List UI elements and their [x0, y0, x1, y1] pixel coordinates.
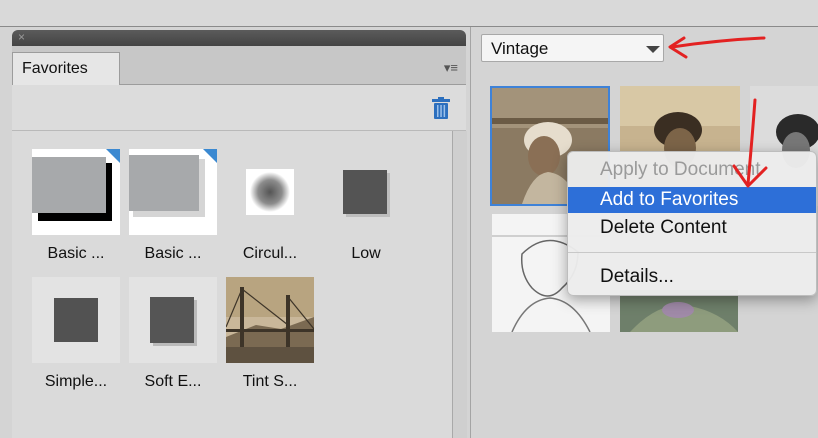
favorite-item-label: Soft E...: [144, 373, 202, 390]
vintage-photo-image: [620, 290, 738, 332]
drop-shadow-preset-icon: [32, 149, 120, 235]
favorites-grid: Basic ... Basic ... Circul... Low Simple…: [12, 131, 452, 438]
favorite-item-label: Basic ...: [47, 245, 105, 262]
panel-menu-icon[interactable]: ▾≡: [444, 60, 458, 76]
low-shadow-square-icon: [343, 170, 390, 217]
tab-favorites[interactable]: Favorites: [12, 52, 120, 85]
panel-toolbar: [12, 85, 466, 131]
favorite-item-label: Circul...: [242, 245, 298, 262]
menu-item-details[interactable]: Details...: [568, 264, 816, 290]
chevron-down-icon: [646, 46, 660, 53]
menu-separator: [568, 252, 816, 253]
soft-edge-square-icon: [129, 277, 217, 363]
favorites-panel: × Favorites ▾≡ Basic ... Basic ... Circu…: [12, 30, 467, 438]
menu-item-add-to-favorites[interactable]: Add to Favorites: [568, 187, 816, 213]
menu-item-delete-content[interactable]: Delete Content: [568, 215, 816, 241]
category-dropdown-value: Vintage: [491, 39, 549, 58]
trash-icon[interactable]: [432, 97, 450, 119]
context-menu: Apply to Document Add to Favorites Delet…: [567, 151, 817, 296]
simple-square-icon: [32, 277, 120, 363]
category-dropdown[interactable]: Vintage: [481, 34, 664, 62]
favorite-item-label: Basic ...: [144, 245, 202, 262]
favorite-item-label: Tint S...: [242, 373, 298, 390]
favorite-item-label: Low: [351, 245, 381, 262]
window-top-strip: [0, 0, 818, 27]
favorite-item-label: Simple...: [44, 373, 108, 390]
close-icon[interactable]: ×: [18, 31, 25, 44]
menu-item-apply-to-document: Apply to Document: [600, 159, 761, 180]
outer-shadow-preset-icon: [129, 149, 217, 235]
vintage-thumbnail-5[interactable]: [620, 290, 738, 332]
panel-scrollbar[interactable]: [452, 131, 467, 438]
circular-vignette-icon: [246, 169, 294, 215]
panel-tab-bar: Favorites ▾≡: [12, 46, 466, 85]
tint-sepia-photo: [226, 277, 314, 363]
panel-title-bar[interactable]: ×: [12, 30, 466, 46]
